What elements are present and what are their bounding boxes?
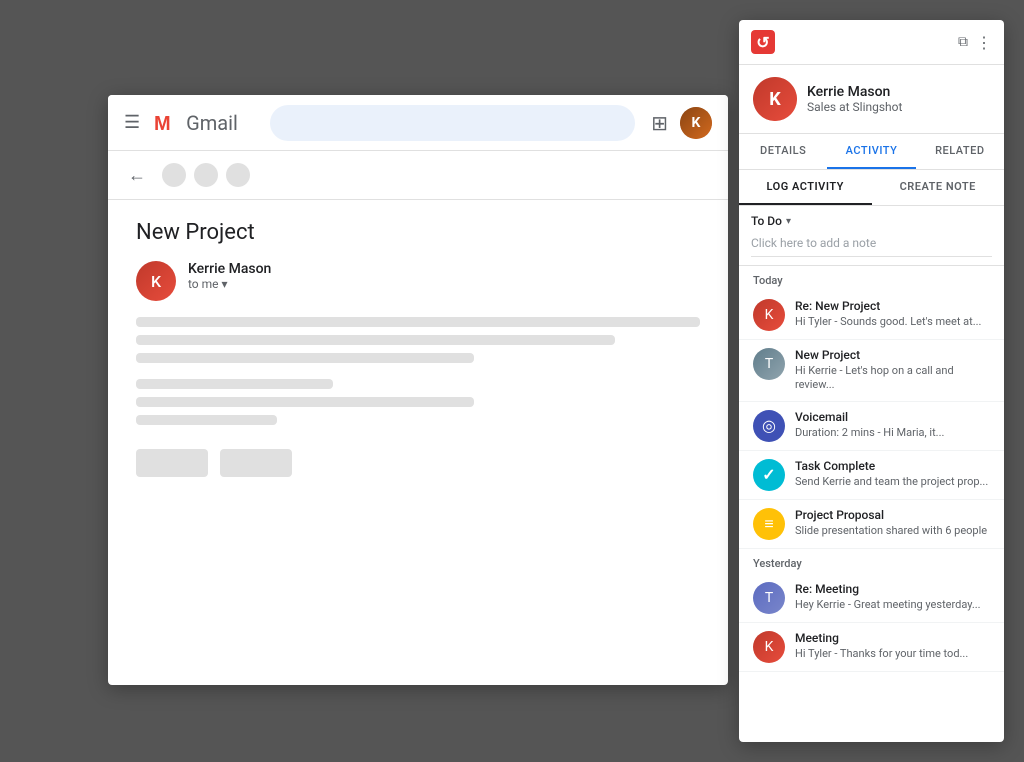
activity-text-re-new-project: Re: New Project Hi Tyler - Sounds good. … (795, 299, 981, 329)
divider-line (751, 256, 992, 257)
tab-related[interactable]: RELATED (916, 134, 1004, 169)
activity-icon-kerrie-2: K (753, 631, 785, 663)
nav-circle-3 (226, 163, 250, 187)
skeleton-btn-row (136, 449, 700, 477)
sender-to: to me ▾ (188, 277, 271, 291)
sender-info: Kerrie Mason to me ▾ (188, 261, 271, 291)
subtab-log-activity[interactable]: LOG ACTIVITY (739, 170, 872, 205)
todo-row: To Do ▾ (751, 214, 992, 228)
profile-name: Kerrie Mason (807, 84, 902, 100)
section-header-yesterday: Yesterday (739, 549, 1004, 574)
crm-panel: ↺ ⧉ ⋮ K Kerrie Mason Sales at Slingshot … (739, 20, 1004, 742)
todo-label: To Do (751, 214, 782, 228)
sender-avatar: K (136, 261, 176, 301)
activity-text-meeting: Meeting Hi Tyler - Thanks for your time … (795, 631, 968, 661)
activity-item-new-project[interactable]: T New Project Hi Kerrie - Let's hop on a… (739, 340, 1004, 402)
activity-item-project-proposal[interactable]: ≡ Project Proposal Slide presentation sh… (739, 500, 1004, 549)
activity-text-voicemail: Voicemail Duration: 2 mins - Hi Maria, i… (795, 410, 944, 440)
activity-title: Voicemail (795, 410, 944, 424)
gmail-logo-text: Gmail (186, 111, 238, 135)
activity-icon-task: ✓ (753, 459, 785, 491)
gmail-user-avatar[interactable]: K (680, 107, 712, 139)
activity-text-new-project: New Project Hi Kerrie - Let's hop on a c… (795, 348, 990, 393)
activity-title: New Project (795, 348, 990, 362)
back-button[interactable]: ← (128, 165, 146, 186)
gmail-logo: M Gmail (150, 107, 238, 139)
note-input-placeholder[interactable]: Click here to add a note (751, 234, 992, 252)
email-nav: ← (108, 151, 728, 200)
subtab-create-note[interactable]: CREATE NOTE (872, 170, 1005, 205)
profile-avatar: K (753, 77, 797, 121)
skeleton-line (136, 415, 277, 425)
skeleton-btn (136, 449, 208, 477)
nav-circles (162, 163, 250, 187)
activity-icon-kerrie-1: K (753, 299, 785, 331)
activity-preview: Hi Tyler - Sounds good. Let's meet at... (795, 315, 981, 329)
skeleton-group (136, 379, 700, 425)
activity-item-voicemail[interactable]: ◎ Voicemail Duration: 2 mins - Hi Maria,… (739, 402, 1004, 451)
email-sender-row: K Kerrie Mason to me ▾ (136, 261, 700, 301)
crm-top-icons: ⧉ ⋮ (958, 33, 992, 52)
activity-text-re-meeting: Re: Meeting Hey Kerrie - Great meeting y… (795, 582, 981, 612)
activity-title: Project Proposal (795, 508, 987, 522)
log-activity-area: To Do ▾ Click here to add a note (739, 206, 1004, 266)
tab-activity[interactable]: ACTIVITY (827, 134, 915, 169)
menu-icon[interactable]: ☰ (124, 112, 140, 133)
gmail-topbar: ☰ M Gmail ⊞ K (108, 95, 728, 151)
email-subject: New Project (136, 220, 700, 245)
apps-icon[interactable]: ⊞ (651, 111, 668, 135)
activity-icon-voicemail: ◎ (753, 410, 785, 442)
email-skeleton (136, 317, 700, 477)
activity-title: Re: New Project (795, 299, 981, 313)
skeleton-line (136, 379, 333, 389)
sender-name: Kerrie Mason (188, 261, 271, 277)
activity-feed: Today K Re: New Project Hi Tyler - Sound… (739, 266, 1004, 742)
svg-text:M: M (154, 113, 171, 135)
section-header-today: Today (739, 266, 1004, 291)
activity-item-task-complete[interactable]: ✓ Task Complete Send Kerrie and team the… (739, 451, 1004, 500)
skeleton-line (136, 353, 474, 363)
activity-preview: Duration: 2 mins - Hi Maria, it... (795, 426, 944, 440)
skeleton-line (136, 397, 474, 407)
activity-item-re-new-project[interactable]: K Re: New Project Hi Tyler - Sounds good… (739, 291, 1004, 340)
activity-preview: Hi Kerrie - Let's hop on a call and revi… (795, 364, 990, 393)
crm-profile: K Kerrie Mason Sales at Slingshot (739, 65, 1004, 134)
activity-title: Meeting (795, 631, 968, 645)
activity-icon-tyler-2: T (753, 582, 785, 614)
activity-preview: Send Kerrie and team the project prop... (795, 475, 988, 489)
activity-title: Re: Meeting (795, 582, 981, 596)
activity-text-task-complete: Task Complete Send Kerrie and team the p… (795, 459, 988, 489)
gmail-m-svg: M (150, 107, 182, 139)
email-body: New Project K Kerrie Mason to me ▾ (108, 200, 728, 497)
nav-circle-1 (162, 163, 186, 187)
activity-preview: Slide presentation shared with 6 people (795, 524, 987, 538)
external-link-icon[interactable]: ⧉ (958, 34, 968, 50)
nav-circle-2 (194, 163, 218, 187)
gmail-search[interactable] (270, 105, 635, 141)
tab-details[interactable]: DETAILS (739, 134, 827, 169)
skeleton-line (136, 317, 700, 327)
activity-icon-tyler-1: T (753, 348, 785, 380)
gmail-window: ☰ M Gmail ⊞ K ← (108, 95, 728, 685)
skeleton-line (136, 335, 615, 345)
activity-item-re-meeting[interactable]: T Re: Meeting Hey Kerrie - Great meeting… (739, 574, 1004, 623)
crm-logo: ↺ (751, 30, 775, 54)
activity-subtabs: LOG ACTIVITY CREATE NOTE (739, 170, 1004, 206)
crm-topbar: ↺ ⧉ ⋮ (739, 20, 1004, 65)
todo-dropdown-icon[interactable]: ▾ (786, 216, 791, 227)
activity-preview: Hi Tyler - Thanks for your time tod... (795, 647, 968, 661)
activity-item-meeting[interactable]: K Meeting Hi Tyler - Thanks for your tim… (739, 623, 1004, 672)
activity-title: Task Complete (795, 459, 988, 473)
activity-text-project-proposal: Project Proposal Slide presentation shar… (795, 508, 987, 538)
gmail-icons-right: ⊞ K (651, 107, 712, 139)
profile-subtitle: Sales at Slingshot (807, 100, 902, 114)
activity-icon-document: ≡ (753, 508, 785, 540)
activity-preview: Hey Kerrie - Great meeting yesterday... (795, 598, 981, 612)
profile-info: Kerrie Mason Sales at Slingshot (807, 84, 902, 114)
skeleton-btn (220, 449, 292, 477)
more-options-icon[interactable]: ⋮ (976, 33, 992, 52)
crm-main-tabs: DETAILS ACTIVITY RELATED (739, 134, 1004, 170)
